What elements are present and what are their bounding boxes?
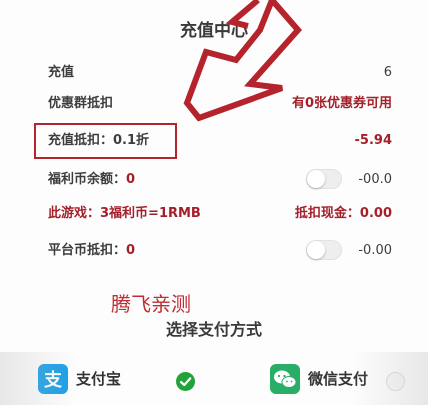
- annotation-arrow-icon: [183, 0, 302, 122]
